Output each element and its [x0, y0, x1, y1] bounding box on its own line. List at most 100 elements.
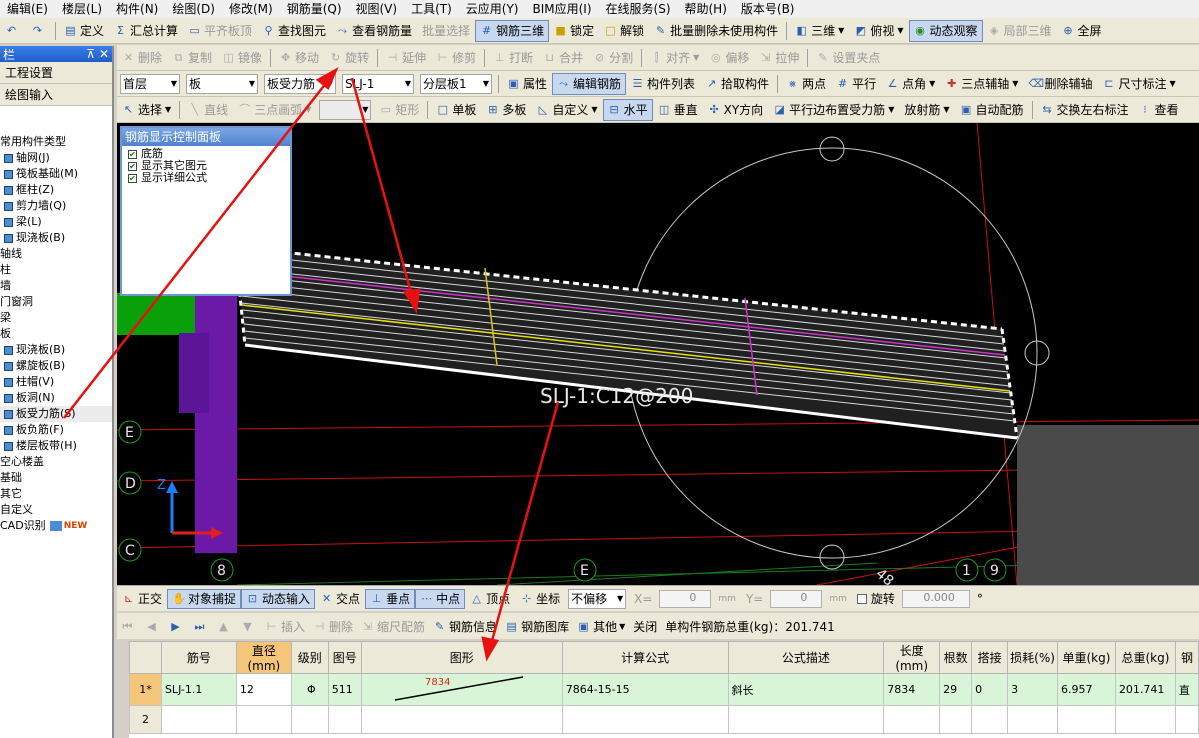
auto-rebar-button[interactable]: ▣ 自动配筋: [955, 99, 1029, 121]
fullscreen-button[interactable]: ⊕ 全屏: [1057, 20, 1107, 42]
local-3d-button[interactable]: ◈ 局部三维: [983, 20, 1057, 42]
close-icon[interactable]: ✕: [99, 47, 109, 61]
rotate-checkbox[interactable]: 旋转: [852, 589, 900, 609]
component-list-button[interactable]: ☰ 构件列表: [626, 73, 700, 95]
parallel-edge-button[interactable]: ◪ 平行边布置受力筋 ▼: [768, 99, 899, 121]
tree-item[interactable]: 梁(L): [0, 214, 112, 230]
menu-help[interactable]: 帮助(H): [678, 0, 734, 18]
swap-label-button[interactable]: ⇆ 交换左右标注: [1036, 99, 1134, 121]
coordinate-button[interactable]: ⊹ 坐标: [515, 589, 565, 609]
tree-item[interactable]: 基础: [0, 470, 112, 486]
row-number[interactable]: 1*: [129, 673, 162, 706]
stretch-button[interactable]: ⇲ 拉伸: [754, 47, 804, 69]
rebar-info-button[interactable]: ✎ 钢筋信息: [429, 618, 501, 635]
cell-bar-no[interactable]: SLJ-1.1: [160, 673, 237, 706]
prev-record-button[interactable]: ◀: [141, 620, 165, 633]
col-header-total-weight[interactable]: 总重(kg): [1114, 641, 1176, 674]
menu-component[interactable]: 构件(N): [109, 0, 165, 18]
menu-online[interactable]: 在线服务(S): [599, 0, 678, 18]
set-grip-button[interactable]: ✎ 设置夹点: [811, 47, 885, 69]
cell-formula-desc[interactable]: [727, 705, 885, 734]
cell-length[interactable]: [883, 705, 941, 734]
cell-steel[interactable]: 直: [1174, 673, 1199, 706]
menu-draw[interactable]: 绘图(D): [165, 0, 222, 18]
horizontal-button[interactable]: ⊟ 水平: [602, 98, 653, 121]
col-header-steel[interactable]: 钢: [1174, 641, 1199, 674]
cell-figure-no[interactable]: 511: [327, 673, 362, 706]
intersection-button[interactable]: ✕ 交点: [315, 589, 365, 609]
tree-item[interactable]: 板洞(N): [0, 390, 112, 406]
delete-button[interactable]: ✕ 删除: [117, 47, 167, 69]
sum-calc-button[interactable]: Σ 汇总计算: [109, 20, 183, 42]
orbit-handle[interactable]: [819, 136, 845, 162]
merge-button[interactable]: ⊔ 合并: [538, 47, 588, 69]
object-snap-button[interactable]: ✋ 对象捕捉: [167, 588, 242, 609]
dimension-button[interactable]: ⊏ 尺寸标注 ▼: [1097, 73, 1180, 95]
xy-direction-button[interactable]: ✣ XY方向: [703, 99, 769, 121]
cell-formula[interactable]: 7864-15-15: [561, 673, 729, 706]
select-button[interactable]: ↖ 选择 ▼: [117, 99, 176, 121]
two-points-button[interactable]: ⨳ 两点: [781, 73, 831, 95]
dynamic-input-button[interactable]: ⊡ 动态输入: [241, 588, 316, 609]
tree-item[interactable]: 门窗洞: [0, 294, 112, 310]
col-header-diameter[interactable]: 直径(mm): [235, 641, 292, 674]
flat-top-button[interactable]: ▭ 平齐板顶: [183, 20, 257, 42]
cell-unit-weight[interactable]: 6.957: [1057, 673, 1116, 706]
pin-icon[interactable]: ⊼: [86, 47, 95, 61]
tree-item[interactable]: 柱: [0, 262, 112, 278]
tree-item[interactable]: 楼层板带(H): [0, 438, 112, 454]
tree-item[interactable]: 空心楼盖: [0, 454, 112, 470]
category-select[interactable]: 板受力筋 ▼: [264, 73, 336, 94]
component-select[interactable]: SLJ-1 ▼: [342, 73, 414, 94]
tree-item[interactable]: 框柱(Z): [0, 182, 112, 198]
tree-item[interactable]: 筏板基础(M): [0, 166, 112, 182]
col-header-length[interactable]: 长度(mm): [883, 641, 941, 674]
vertex-button[interactable]: △ 顶点: [465, 589, 515, 609]
cell-count[interactable]: 29: [939, 673, 973, 706]
mirror-button[interactable]: ◫ 镜像: [217, 47, 267, 69]
copy-button[interactable]: ⧉ 复制: [167, 47, 217, 69]
project-settings-tab[interactable]: 工程设置: [0, 62, 112, 84]
col-header-lap[interactable]: 搭接: [971, 641, 1009, 674]
cell-shape[interactable]: [360, 705, 563, 734]
slab-rebar-band[interactable]: [233, 245, 1019, 440]
menu-cloud[interactable]: 云应用(Y): [459, 0, 526, 18]
define-button[interactable]: ▤ 定义: [59, 20, 109, 42]
y-input[interactable]: 0: [770, 589, 823, 608]
menu-view[interactable]: 视图(V): [349, 0, 405, 18]
single-board-button[interactable]: □ 单板: [431, 99, 481, 121]
tree-item[interactable]: 柱帽(V): [0, 374, 112, 390]
tree-item[interactable]: 墙: [0, 278, 112, 294]
midpoint-button[interactable]: ⋯ 中点: [415, 588, 466, 609]
menu-version[interactable]: 版本号(B): [734, 0, 802, 18]
split-button[interactable]: ⊘ 分割: [588, 47, 638, 69]
tree-item[interactable]: 现浇板(B): [0, 342, 112, 358]
col-header-count[interactable]: 根数: [939, 641, 973, 674]
menu-floor[interactable]: 楼层(L): [55, 0, 109, 18]
x-input[interactable]: 0: [659, 589, 712, 608]
tree-item[interactable]: 剪力墙(Q): [0, 198, 112, 214]
redo-button[interactable]: ↷: [26, 20, 52, 42]
batch-select-button[interactable]: 批量选择: [417, 20, 475, 42]
menu-rebar-qty[interactable]: 钢筋量(Q): [280, 0, 349, 18]
cell-lap[interactable]: [971, 705, 1009, 734]
col-header-formula-desc[interactable]: 公式描述: [727, 641, 885, 674]
trim-button[interactable]: ⊢ 修剪: [431, 47, 481, 69]
close-grid-button[interactable]: 关闭: [629, 618, 661, 635]
cell-total-weight[interactable]: [1114, 705, 1176, 734]
tree-item[interactable]: 常用构件类型: [0, 134, 112, 150]
col-header-grade[interactable]: 级别: [290, 641, 329, 674]
find-element-button[interactable]: ⚲ 查找图元: [257, 20, 331, 42]
arc-option-select[interactable]: ▼: [319, 99, 372, 120]
cell-figure-no[interactable]: [327, 705, 362, 734]
custom-button[interactable]: ◺ 自定义 ▼: [531, 99, 602, 121]
tree-item[interactable]: 自定义: [0, 502, 112, 518]
checkbox-show-formula[interactable]: ✔ 显示详细公式: [122, 172, 290, 184]
menu-edit[interactable]: 编辑(E): [0, 0, 55, 18]
radial-button[interactable]: 放射筋 ▼: [899, 99, 954, 121]
extend-button[interactable]: ⊣ 延伸: [381, 47, 431, 69]
multi-board-button[interactable]: ⊞ 多板: [481, 99, 531, 121]
tree-item[interactable]: 梁: [0, 310, 112, 326]
view-3d-button[interactable]: ◧ 三维 ▼: [790, 20, 849, 42]
tree-item-selected[interactable]: 板受力筋(S): [0, 406, 112, 422]
